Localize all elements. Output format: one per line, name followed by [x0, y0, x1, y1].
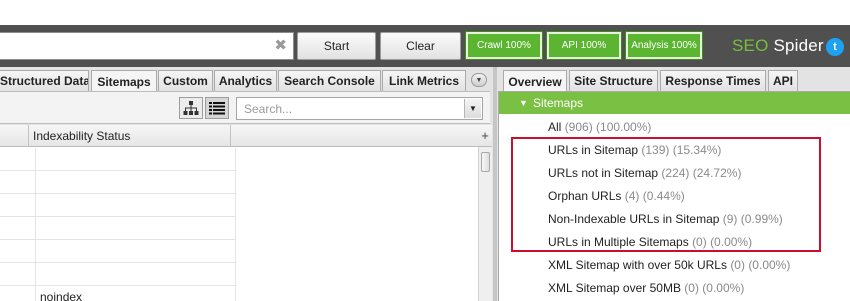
tab-api[interactable]: API	[768, 70, 798, 91]
brand-seo: SEO	[732, 36, 769, 55]
tab-sitemaps[interactable]: Sitemaps	[91, 70, 157, 92]
table-cell: noindex	[40, 290, 83, 301]
crawl-progress-button[interactable]: Crawl 100%	[465, 31, 543, 60]
url-input[interactable]: ✖	[0, 32, 294, 60]
vertical-scrollbar[interactable]	[478, 147, 492, 301]
overview-item-all[interactable]: All (906) (100.00%)	[548, 120, 651, 134]
overview-item-xml-sitemap-over-50mb[interactable]: XML Sitemap over 50MB (0) (0.00%)	[548, 281, 744, 295]
tab-site-structure[interactable]: Site Structure	[569, 70, 658, 91]
close-icon[interactable]: ✖	[274, 38, 287, 54]
tab-structured-data[interactable]: Structured Data	[0, 70, 89, 91]
chevron-down-icon[interactable]: ▼	[471, 73, 487, 87]
tab-overview[interactable]: Overview	[503, 70, 567, 92]
twitter-icon[interactable]: t	[826, 38, 844, 56]
column-header-indexability-status[interactable]: Indexability Status	[33, 129, 130, 143]
item-count: (0) (0.00%)	[730, 258, 791, 272]
api-progress-button[interactable]: API 100%	[546, 31, 622, 60]
analysis-progress-button[interactable]: Analysis 100%	[625, 31, 703, 60]
list-view-button[interactable]	[205, 97, 229, 119]
tab-analytics[interactable]: Analytics	[214, 70, 277, 91]
table-row[interactable]	[0, 240, 236, 263]
tab-link-metrics[interactable]: Link Metrics	[382, 70, 466, 91]
filter-toolbar: Search... ▼	[0, 91, 490, 124]
chevron-down-icon[interactable]: ▼	[519, 98, 528, 108]
column-divider[interactable]	[230, 125, 231, 147]
add-column-icon[interactable]: +	[478, 125, 492, 147]
main-toolbar: ✖ Start Clear Crawl 100% API 100% Analys…	[0, 25, 850, 67]
section-label: Sitemaps	[533, 96, 584, 110]
item-label: XML Sitemap over 50MB	[548, 281, 681, 295]
tree-view-button[interactable]	[179, 97, 203, 119]
chevron-down-icon[interactable]: ▼	[464, 99, 481, 118]
table-row[interactable]	[0, 217, 236, 240]
search-placeholder: Search...	[244, 102, 293, 116]
overview-item-xml-sitemap-over-50k-urls[interactable]: XML Sitemap with over 50k URLs (0) (0.00…	[548, 258, 790, 272]
column-divider[interactable]	[28, 125, 29, 147]
tab-search-console[interactable]: Search Console	[278, 70, 381, 91]
item-count: (0) (0.00%)	[684, 281, 745, 295]
search-input[interactable]: Search... ▼	[236, 97, 483, 120]
item-label: All	[548, 120, 562, 134]
item-label: XML Sitemap with over 50k URLs	[548, 258, 727, 272]
table-row[interactable]	[0, 171, 236, 194]
item-count: (906) (100.00%)	[564, 120, 652, 134]
window-top-strip	[0, 0, 850, 25]
section-header-sitemaps[interactable]: ▼ Sitemaps	[499, 92, 850, 114]
tab-custom[interactable]: Custom	[158, 70, 213, 91]
results-table: Indexability Status noindex	[0, 125, 478, 301]
table-row[interactable]	[0, 263, 236, 286]
clear-button[interactable]: Clear	[380, 32, 461, 60]
tab-response-times[interactable]: Response Times	[660, 70, 766, 91]
brand-logo: SEO Spider	[732, 36, 824, 56]
start-button[interactable]: Start	[297, 32, 376, 60]
table-row[interactable]: noindex	[0, 286, 236, 301]
tree-view-icon	[183, 101, 199, 115]
table-header: Indexability Status	[0, 125, 478, 147]
panel-splitter[interactable]	[493, 67, 497, 301]
table-row[interactable]	[0, 194, 236, 217]
table-row[interactable]	[0, 148, 236, 171]
list-view-icon	[209, 102, 225, 115]
brand-spider: Spider	[768, 36, 824, 55]
scrollbar-thumb[interactable]	[481, 152, 490, 172]
highlight-box	[511, 137, 821, 252]
